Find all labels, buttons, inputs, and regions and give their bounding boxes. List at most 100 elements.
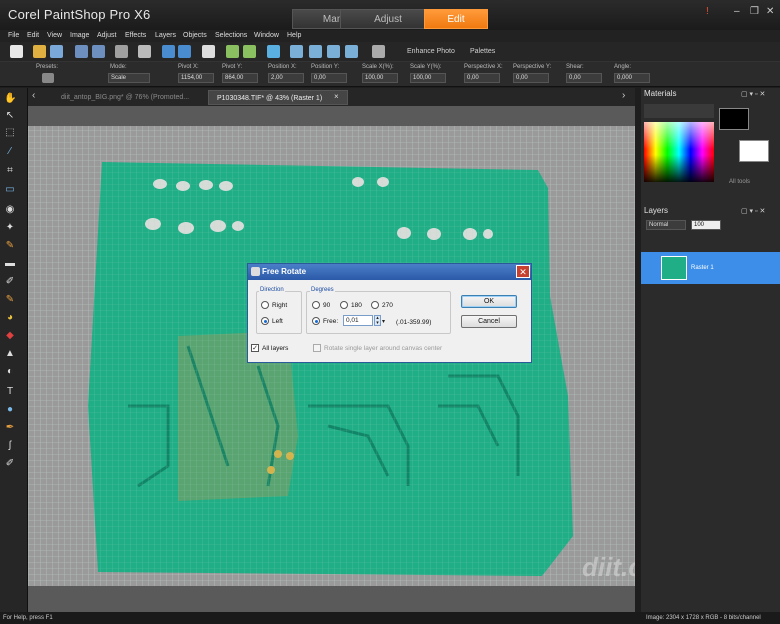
menu-objects[interactable]: Objects bbox=[183, 30, 207, 42]
pivot-x-field[interactable]: 1154,00 bbox=[178, 73, 214, 83]
save-icon[interactable] bbox=[75, 45, 88, 58]
menu-image[interactable]: Image bbox=[70, 30, 89, 42]
warp-brush-icon[interactable]: ʃ bbox=[4, 440, 16, 452]
menu-adjust[interactable]: Adjust bbox=[97, 30, 116, 42]
zoom-out-icon[interactable] bbox=[327, 45, 340, 58]
blend-mode-select[interactable]: Normal bbox=[646, 220, 686, 230]
layer-name[interactable]: Raster 1 bbox=[691, 265, 714, 271]
dropper-tool-icon[interactable]: ⁄ bbox=[4, 146, 16, 158]
scale-y-field[interactable]: 100,00 bbox=[410, 73, 446, 83]
doc-tab-diit-antop[interactable]: diit_antop_BIG.png* @ 76% (Promoted... bbox=[53, 90, 218, 105]
pick-tool-icon[interactable]: ↖ bbox=[4, 110, 16, 122]
opacity-field[interactable]: 100 bbox=[691, 220, 721, 230]
layer-tools-row[interactable] bbox=[644, 236, 724, 248]
fit-window-icon[interactable] bbox=[309, 45, 322, 58]
share-icon[interactable] bbox=[115, 45, 128, 58]
free-angle-dropdown-icon[interactable]: ▾ bbox=[382, 318, 385, 325]
smudge-tool-icon[interactable]: ✐ bbox=[4, 276, 16, 288]
free-angle-spinner[interactable]: ▴ ▾ bbox=[374, 315, 381, 326]
script-run-icon[interactable] bbox=[226, 45, 239, 58]
free-angle-input[interactable]: 0,01 bbox=[343, 315, 373, 326]
straighten-tool-icon[interactable]: ▭ bbox=[4, 184, 16, 196]
right-radio[interactable] bbox=[261, 301, 269, 309]
enhance-photo-menu[interactable]: Enhance Photo bbox=[407, 48, 455, 55]
open-icon[interactable] bbox=[33, 45, 46, 58]
position-x-field[interactable]: 2,00 bbox=[268, 73, 304, 83]
ok-button[interactable]: OK bbox=[461, 295, 517, 308]
pivot-y-field[interactable]: 864,00 bbox=[222, 73, 258, 83]
dialog-close-button[interactable]: ✕ bbox=[516, 265, 530, 278]
pan-tool-icon[interactable]: ✋ bbox=[4, 93, 16, 105]
restore-button[interactable]: ❐ bbox=[750, 6, 759, 17]
all-tools-label[interactable]: All tools bbox=[729, 179, 750, 185]
mode-select[interactable]: Scale bbox=[108, 73, 150, 83]
rotate-single-layer-checkbox[interactable] bbox=[313, 344, 321, 352]
materials-panel-controls[interactable]: ▢ ▾ ▫ ✕ bbox=[741, 90, 765, 98]
perspective-x-field[interactable]: 0,00 bbox=[464, 73, 500, 83]
zoom-in-icon[interactable] bbox=[345, 45, 358, 58]
close-button[interactable]: ✕ bbox=[766, 6, 774, 17]
menu-file[interactable]: File bbox=[8, 30, 19, 42]
mesh-warp-icon[interactable]: ✐ bbox=[4, 458, 16, 470]
full-screen-icon[interactable] bbox=[290, 45, 303, 58]
palettes-menu[interactable]: Palettes bbox=[470, 48, 495, 55]
info-icon[interactable] bbox=[267, 45, 280, 58]
tabs-left-arrow-icon[interactable]: ‹ bbox=[32, 90, 35, 101]
alert-icon[interactable]: ! bbox=[706, 6, 709, 17]
script-record-icon[interactable] bbox=[243, 45, 256, 58]
paint-brush-icon[interactable]: ✎ bbox=[4, 294, 16, 306]
scale-x-field[interactable]: 100,00 bbox=[362, 73, 398, 83]
position-y-field[interactable]: 0,00 bbox=[311, 73, 347, 83]
close-doc-tab-icon[interactable]: × bbox=[334, 92, 339, 101]
layers-panel-controls[interactable]: ▢ ▾ ▫ ✕ bbox=[741, 207, 765, 215]
picture-tube-icon[interactable]: ▲ bbox=[4, 348, 16, 360]
flood-fill-icon[interactable]: ◕ bbox=[4, 312, 16, 324]
angle-field[interactable]: 0,000 bbox=[614, 73, 650, 83]
selection-tool-icon[interactable]: ⬚ bbox=[4, 127, 16, 139]
shear-field[interactable]: 0,00 bbox=[566, 73, 602, 83]
makeover-tool-icon[interactable]: ✦ bbox=[4, 222, 16, 234]
tab-edit[interactable]: Edit bbox=[424, 9, 488, 29]
red-eye-tool-icon[interactable]: ◉ bbox=[4, 204, 16, 216]
minimize-button[interactable]: – bbox=[734, 6, 740, 17]
browse-icon[interactable] bbox=[50, 45, 63, 58]
print-icon[interactable] bbox=[138, 45, 151, 58]
text-tool-icon[interactable]: T bbox=[4, 386, 16, 398]
clone-brush-icon[interactable]: ✎ bbox=[4, 240, 16, 252]
tabs-right-arrow-icon[interactable]: › bbox=[622, 90, 625, 101]
deg-90-radio[interactable] bbox=[312, 301, 320, 309]
pen-tool-icon[interactable]: ✒ bbox=[4, 422, 16, 434]
menu-layers[interactable]: Layers bbox=[155, 30, 176, 42]
menu-edit[interactable]: Edit bbox=[27, 30, 39, 42]
all-layers-checkbox[interactable]: ✓ bbox=[251, 344, 259, 352]
crop-tool-icon[interactable]: ⌗ bbox=[4, 165, 16, 177]
pick-tool-preset-icon[interactable] bbox=[42, 73, 54, 83]
deg-180-radio[interactable] bbox=[340, 301, 348, 309]
new-icon[interactable] bbox=[10, 45, 23, 58]
crop-icon[interactable] bbox=[202, 45, 215, 58]
left-radio[interactable] bbox=[261, 317, 269, 325]
undo-icon[interactable] bbox=[162, 45, 175, 58]
free-radio[interactable] bbox=[312, 317, 320, 325]
dodge-tool-icon[interactable]: ▬ bbox=[4, 258, 16, 270]
layer-row-raster-1[interactable]: Raster 1 bbox=[641, 252, 780, 284]
deg-270-radio[interactable] bbox=[371, 301, 379, 309]
copy-icon[interactable] bbox=[372, 45, 385, 58]
menu-effects[interactable]: Effects bbox=[125, 30, 146, 42]
doc-tab-p1030348[interactable]: P1030348.TIF* @ 43% (Raster 1) bbox=[208, 90, 348, 105]
shape-tool-icon[interactable]: ● bbox=[4, 404, 16, 416]
perspective-y-field[interactable]: 0,00 bbox=[513, 73, 549, 83]
foreground-swatch[interactable] bbox=[719, 108, 749, 130]
cancel-button[interactable]: Cancel bbox=[461, 315, 517, 328]
materials-tabs[interactable] bbox=[644, 104, 714, 118]
menu-help[interactable]: Help bbox=[287, 30, 301, 42]
tab-adjust[interactable]: Adjust bbox=[340, 9, 436, 29]
save-as-icon[interactable] bbox=[92, 45, 105, 58]
gradient-tool-icon[interactable]: ◐ bbox=[4, 366, 16, 378]
menu-window[interactable]: Window bbox=[254, 30, 279, 42]
color-spectrum[interactable] bbox=[644, 122, 714, 182]
redo-icon[interactable] bbox=[178, 45, 191, 58]
menu-selections[interactable]: Selections bbox=[215, 30, 247, 42]
background-swatch[interactable] bbox=[739, 140, 769, 162]
menu-view[interactable]: View bbox=[47, 30, 62, 42]
